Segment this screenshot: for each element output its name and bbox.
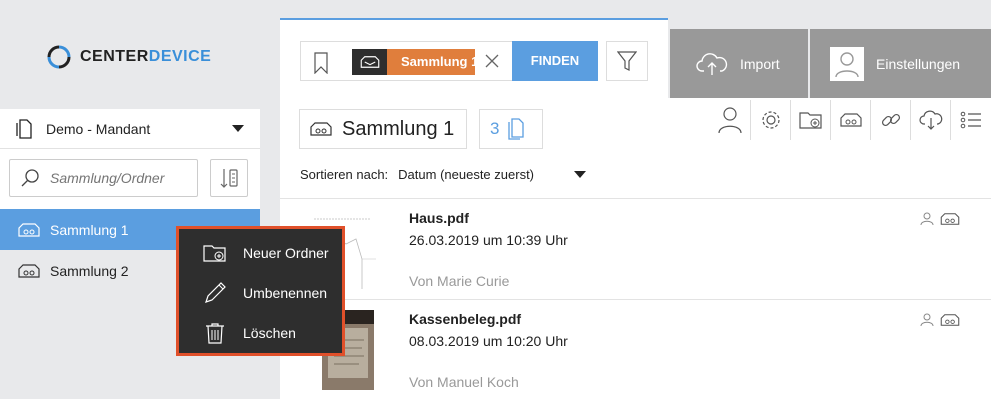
- logo-text: CENTERDEVICE: [80, 48, 211, 66]
- download-button[interactable]: [910, 100, 950, 140]
- list-view-button[interactable]: [950, 100, 990, 140]
- filter-button[interactable]: [606, 41, 648, 81]
- logo-icon: [47, 45, 71, 69]
- document-meta-icons: [920, 313, 960, 327]
- collection-label: Sammlung 2: [50, 262, 129, 279]
- new-folder-icon: [203, 245, 226, 262]
- document-icon: [16, 118, 32, 139]
- chevron-down-icon: [574, 171, 587, 178]
- cloud-download-icon: [918, 110, 942, 130]
- sort-label: Sortieren nach:: [300, 167, 389, 182]
- list-icon: [960, 111, 981, 129]
- document-row[interactable]: Kassenbeleg.pdf 08.03.2019 um 10:20 Uhr …: [280, 299, 991, 399]
- collection-button[interactable]: [830, 100, 870, 140]
- collection-icon: [940, 213, 960, 225]
- bookmark-icon[interactable]: [313, 52, 329, 74]
- document-date: 26.03.2019 um 10:39 Uhr: [409, 232, 568, 248]
- document-count: 3: [490, 119, 500, 138]
- trash-icon: [206, 323, 224, 344]
- user-icon: [920, 212, 934, 226]
- pencil-icon: [205, 282, 226, 303]
- collection-icon: [310, 122, 332, 136]
- document-row[interactable]: Haus.pdf 26.03.2019 um 10:39 Uhr Von Mar…: [280, 198, 991, 299]
- document-owner: Von Marie Curie: [409, 273, 510, 289]
- context-menu: Neuer Ordner Umbenennen Löschen: [176, 226, 345, 356]
- gear-icon: [761, 111, 780, 129]
- mandant-label: Demo - Mandant: [46, 120, 151, 137]
- user-icon: [920, 313, 934, 327]
- document-meta-icons: [920, 212, 960, 226]
- close-icon[interactable]: [484, 53, 500, 69]
- documents-icon: [508, 118, 525, 140]
- context-menu-item-new-folder[interactable]: Neuer Ordner: [179, 233, 342, 273]
- search-input[interactable]: [50, 170, 190, 186]
- import-label: Import: [740, 55, 780, 72]
- user-icon: [718, 107, 742, 134]
- document-list: Haus.pdf 26.03.2019 um 10:39 Uhr Von Mar…: [280, 198, 991, 399]
- user-icon: [835, 51, 859, 77]
- document-name[interactable]: Kassenbeleg.pdf: [409, 311, 521, 327]
- link-icon: [881, 113, 900, 127]
- page-title: Sammlung 1: [299, 109, 467, 149]
- search-icon: [21, 169, 39, 187]
- document-date: 08.03.2019 um 10:20 Uhr: [409, 333, 568, 349]
- filter-chip[interactable]: Sammlung 1: [387, 49, 475, 75]
- context-menu-label: Löschen: [243, 325, 296, 341]
- chevron-down-icon: [232, 125, 244, 132]
- context-menu-label: Neuer Ordner: [243, 245, 329, 261]
- collection-icon: [18, 222, 40, 237]
- mandant-select[interactable]: Demo - Mandant: [0, 109, 260, 149]
- context-menu-item-rename[interactable]: Umbenennen: [179, 273, 342, 313]
- collection-toolbar: [710, 100, 990, 140]
- collection-title-label: Sammlung 1: [342, 117, 455, 140]
- sort-value: Datum (neueste zuerst): [398, 167, 535, 182]
- document-owner: Von Manuel Koch: [409, 374, 519, 390]
- app-root: CENTERDEVICE Demo - Mandant Sammlung/Ord…: [0, 0, 991, 399]
- new-folder-icon: [798, 112, 822, 129]
- sort-icon: [220, 169, 238, 188]
- collection-label: Sammlung 1: [50, 221, 129, 238]
- collection-icon: [839, 113, 862, 127]
- logo-text-part2: DEVICE: [148, 48, 212, 65]
- logo-text-part1: CENTER: [80, 48, 149, 65]
- link-button[interactable]: [870, 100, 910, 140]
- context-menu-label: Umbenennen: [243, 285, 328, 301]
- sort-row[interactable]: Sortieren nach: Datum (neueste zuerst): [300, 167, 587, 182]
- search-box[interactable]: [9, 159, 198, 197]
- import-button[interactable]: Import: [670, 29, 808, 98]
- document-name[interactable]: Haus.pdf: [409, 210, 469, 226]
- logo: CENTERDEVICE: [46, 44, 211, 70]
- collection-icon: [18, 263, 40, 278]
- cloud-upload-icon: [696, 52, 728, 75]
- context-menu-item-delete[interactable]: Löschen: [179, 313, 342, 353]
- members-button[interactable]: [710, 100, 750, 140]
- find-button[interactable]: FINDEN: [512, 41, 598, 81]
- sidebar-search: [0, 149, 260, 209]
- sort-order-button[interactable]: [210, 159, 248, 197]
- avatar: [830, 46, 864, 81]
- settings-button[interactable]: Einstellungen: [810, 29, 991, 98]
- settings-gear-button[interactable]: [750, 100, 790, 140]
- collection-icon: [360, 56, 379, 68]
- settings-label: Einstellungen: [876, 55, 961, 72]
- document-count-badge[interactable]: 3: [479, 109, 543, 149]
- chip-collection-icon: [352, 49, 387, 75]
- filter-icon: [617, 51, 637, 71]
- new-folder-button[interactable]: [790, 100, 830, 140]
- collection-icon: [940, 314, 960, 326]
